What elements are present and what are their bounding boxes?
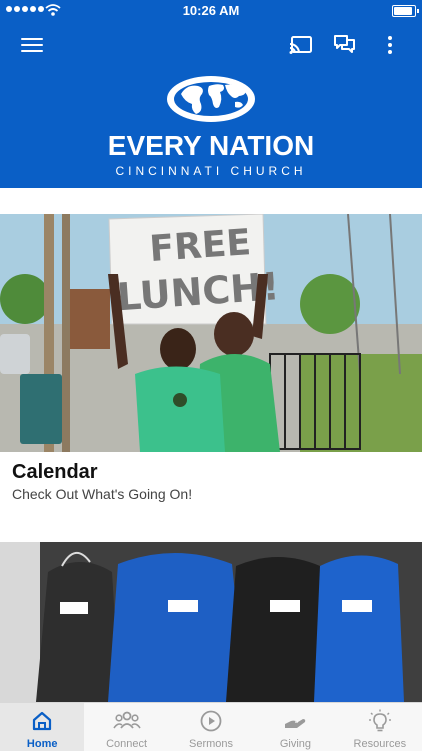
brand-subtitle: CINCINNATI CHURCH bbox=[115, 164, 307, 178]
brand-name: EVERY NATION bbox=[107, 130, 315, 161]
church-logo: EVERY NATION CINCINNATI CHURCH bbox=[0, 72, 422, 182]
cast-icon bbox=[289, 36, 312, 54]
hamburger-icon bbox=[21, 34, 43, 56]
calendar-card-image[interactable]: FREE LUNCH! bbox=[0, 214, 422, 452]
lightbulb-icon bbox=[368, 709, 391, 732]
app-header: EVERY NATION CINCINNATI CHURCH bbox=[0, 22, 422, 188]
tab-giving-label: Giving bbox=[279, 738, 312, 750]
calendar-photo: FREE LUNCH! bbox=[0, 214, 422, 452]
status-time: 10:26 AM bbox=[182, 3, 240, 18]
card-title[interactable]: Calendar bbox=[12, 461, 98, 484]
tab-resources-label: Resources bbox=[353, 738, 407, 750]
cast-button[interactable] bbox=[286, 30, 316, 60]
tab-resources[interactable]: Resources bbox=[338, 703, 422, 751]
tab-connect-label: Connect bbox=[106, 738, 148, 750]
svg-text:FREE: FREE bbox=[148, 222, 252, 270]
card-subtitle: Check Out What's Going On! bbox=[12, 486, 193, 502]
tab-home-label: Home bbox=[26, 738, 58, 750]
tab-sermons-label: Sermons bbox=[189, 738, 234, 750]
menu-button[interactable] bbox=[17, 30, 47, 60]
tab-giving[interactable]: Giving bbox=[253, 703, 337, 751]
battery-icon bbox=[392, 5, 419, 17]
merch-card-image[interactable] bbox=[0, 542, 422, 702]
chat-icon bbox=[334, 35, 355, 53]
globe-icon bbox=[167, 76, 255, 122]
play-icon bbox=[200, 710, 222, 732]
more-vertical-icon bbox=[388, 33, 392, 57]
bottom-tab-bar: Home Connect Sermons Giving Resources bbox=[0, 702, 422, 751]
status-bar: 10:26 AM bbox=[0, 0, 422, 22]
merch-photo bbox=[0, 542, 422, 702]
hand-icon bbox=[285, 719, 306, 728]
tab-sermons[interactable]: Sermons bbox=[169, 703, 253, 751]
tab-home[interactable]: Home bbox=[0, 703, 85, 751]
tab-connect[interactable]: Connect bbox=[84, 703, 168, 751]
chat-button[interactable] bbox=[330, 30, 360, 60]
people-icon bbox=[112, 711, 141, 729]
home-icon bbox=[33, 711, 52, 731]
more-options-button[interactable] bbox=[375, 30, 405, 60]
